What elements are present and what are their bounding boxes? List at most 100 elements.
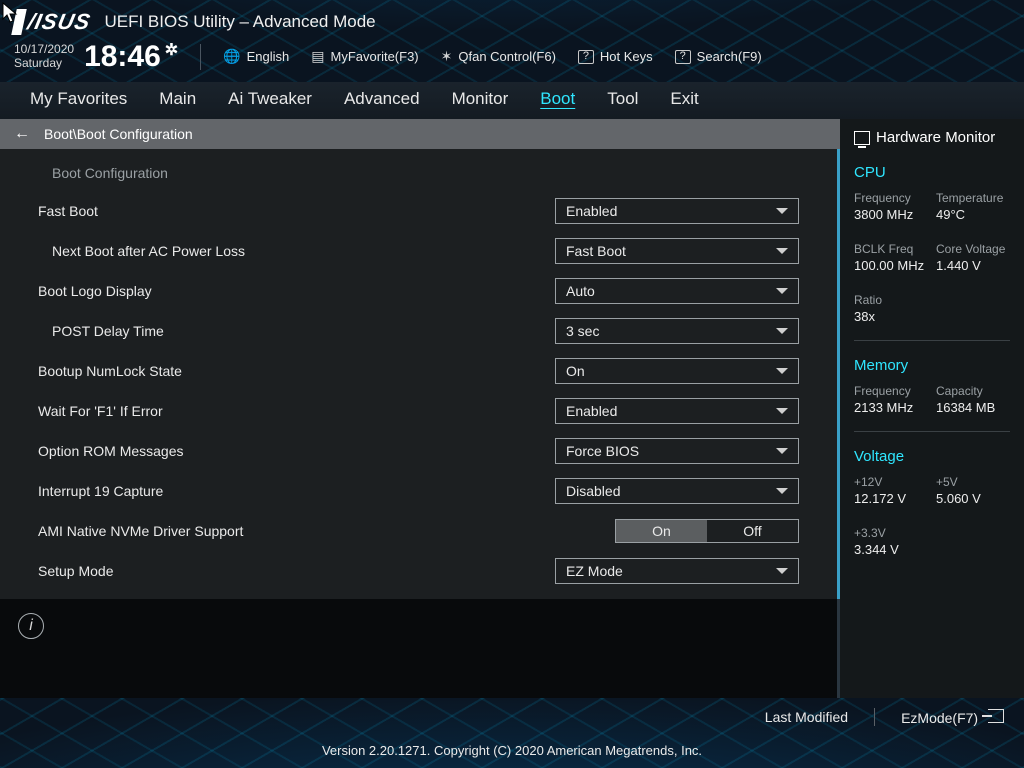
info-icon: i [18, 613, 44, 639]
chevron-down-icon [776, 328, 788, 334]
setting-select[interactable]: Force BIOS [555, 438, 799, 464]
last-modified-button[interactable]: Last Modified [765, 709, 848, 725]
settings-panel: Boot Configuration Fast Boot Enabled Next … [0, 149, 840, 599]
clock-time: 18:46 [84, 40, 161, 74]
group-title: Boot Configuration [52, 165, 799, 181]
date-line1: 10/17/2020 [14, 43, 74, 56]
app-title: UEFI BIOS Utility – Advanced Mode [104, 12, 375, 32]
mem-frequency-value: 2133 MHz [854, 400, 928, 415]
cpu-temperature-label: Temperature [936, 191, 1010, 205]
v5-label: +5V [936, 475, 1010, 489]
language-button[interactable]: 🌐 English [223, 48, 289, 65]
copyright-text: Version 2.20.1271. Copyright (C) 2020 Am… [0, 737, 1024, 768]
setting-value: Fast Boot [566, 243, 626, 259]
breadcrumb: ← Boot\Boot Configuration [0, 119, 840, 149]
setting-select[interactable]: Auto [555, 278, 799, 304]
setting-row: Wait For 'F1' If Error Enabled [38, 391, 799, 431]
setting-select[interactable]: Disabled [555, 478, 799, 504]
cpu-vcore-label: Core Voltage [936, 242, 1010, 256]
separator [200, 44, 201, 70]
setting-label: Wait For 'F1' If Error [38, 403, 555, 419]
question-key-icon: ? [578, 50, 594, 64]
chevron-down-icon [776, 408, 788, 414]
setting-value: EZ Mode [566, 563, 623, 579]
date-line2: Saturday [14, 57, 74, 70]
setting-row: Next Boot after AC Power Loss Fast Boot [38, 231, 799, 271]
setting-label: AMI Native NVMe Driver Support [38, 523, 615, 539]
setting-select[interactable]: On [555, 358, 799, 384]
setting-row: Bootup NumLock State On [38, 351, 799, 391]
cpu-ratio-value: 38x [854, 309, 928, 324]
chevron-down-icon [776, 248, 788, 254]
datetime-block: 10/17/2020 Saturday 18:46 ✲ [14, 40, 178, 74]
separator [874, 708, 875, 726]
ezmode-button[interactable]: EzMode(F7) [901, 709, 1004, 726]
setting-select[interactable]: Enabled [555, 198, 799, 224]
gear-icon[interactable]: ✲ [165, 40, 178, 60]
setting-select[interactable]: Enabled [555, 398, 799, 424]
exit-icon [988, 709, 1004, 723]
tab-my-favorites[interactable]: My Favorites [30, 89, 127, 113]
tab-tool[interactable]: Tool [607, 89, 638, 113]
setting-label: Bootup NumLock State [38, 363, 555, 379]
myfavorite-button[interactable]: ▤ MyFavorite(F3) [311, 48, 418, 65]
memory-heading: Memory [854, 357, 1010, 374]
question-key-icon: ? [675, 50, 691, 64]
cpu-heading: CPU [854, 164, 1010, 181]
tab-bar: My Favorites Main Ai Tweaker Advanced Monito… [0, 82, 1024, 120]
tab-ai-tweaker[interactable]: Ai Tweaker [228, 89, 312, 113]
chevron-down-icon [776, 288, 788, 294]
setting-value: Disabled [566, 483, 620, 499]
separator [854, 431, 1010, 432]
tab-main[interactable]: Main [159, 89, 196, 113]
setting-value: Enabled [566, 203, 617, 219]
setting-label: Next Boot after AC Power Loss [38, 243, 555, 259]
setting-value: 3 sec [566, 323, 599, 339]
chevron-down-icon [776, 208, 788, 214]
setting-label: Interrupt 19 Capture [38, 483, 555, 499]
v12-value: 12.172 V [854, 491, 928, 506]
sidebar-title: Hardware Monitor [876, 129, 995, 146]
chevron-down-icon [776, 568, 788, 574]
setting-row: Boot Logo Display Auto [38, 271, 799, 311]
tab-monitor[interactable]: Monitor [452, 89, 509, 113]
mem-frequency-label: Frequency [854, 384, 928, 398]
setting-label: Boot Logo Display [38, 283, 555, 299]
chevron-down-icon [776, 368, 788, 374]
toggle-on: On [616, 520, 707, 542]
asus-logo: /ISUS [11, 9, 93, 35]
tab-boot[interactable]: Boot [540, 89, 575, 113]
tab-advanced[interactable]: Advanced [344, 89, 420, 113]
setting-value: Auto [566, 283, 595, 299]
setting-label: Option ROM Messages [38, 443, 555, 459]
v5-value: 5.060 V [936, 491, 1010, 506]
setting-label: Setup Mode [38, 563, 555, 579]
footer-bar: Last Modified EzMode(F7) [0, 698, 1024, 737]
setting-label: Fast Boot [38, 203, 555, 219]
header-row-tools: 10/17/2020 Saturday 18:46 ✲ 🌐 English ▤ … [0, 38, 1024, 82]
hardware-monitor-sidebar: Hardware Monitor CPU Frequency Temperatu… [840, 119, 1024, 697]
qfan-button[interactable]: ✶ Qfan Control(F6) [441, 48, 556, 65]
v12-label: +12V [854, 475, 928, 489]
setting-value: On [566, 363, 585, 379]
back-arrow-icon[interactable]: ← [14, 125, 30, 143]
setting-row: Option ROM MessagesForce BIOS [38, 431, 799, 471]
search-button[interactable]: ? Search(F9) [675, 49, 762, 64]
cpu-bclk-label: BCLK Freq [854, 242, 928, 256]
setting-value: Enabled [566, 403, 617, 419]
hotkeys-button[interactable]: ? Hot Keys [578, 49, 653, 64]
list-icon: ▤ [311, 48, 324, 65]
help-strip: i [0, 599, 840, 698]
setting-select[interactable]: Fast Boot [555, 238, 799, 264]
setting-row: AMI Native NVMe Driver SupportOnOff [38, 511, 799, 551]
tab-exit[interactable]: Exit [670, 89, 698, 113]
cpu-ratio-label: Ratio [854, 293, 928, 307]
mem-capacity-value: 16384 MB [936, 400, 1010, 415]
cpu-bclk-value: 100.00 MHz [854, 258, 928, 273]
setting-row: Setup Mode EZ Mode [38, 551, 799, 591]
setting-select[interactable]: 3 sec [555, 318, 799, 344]
chevron-down-icon [776, 448, 788, 454]
chevron-down-icon [776, 488, 788, 494]
setting-toggle[interactable]: OnOff [615, 519, 799, 543]
setting-select[interactable]: EZ Mode [555, 558, 799, 584]
